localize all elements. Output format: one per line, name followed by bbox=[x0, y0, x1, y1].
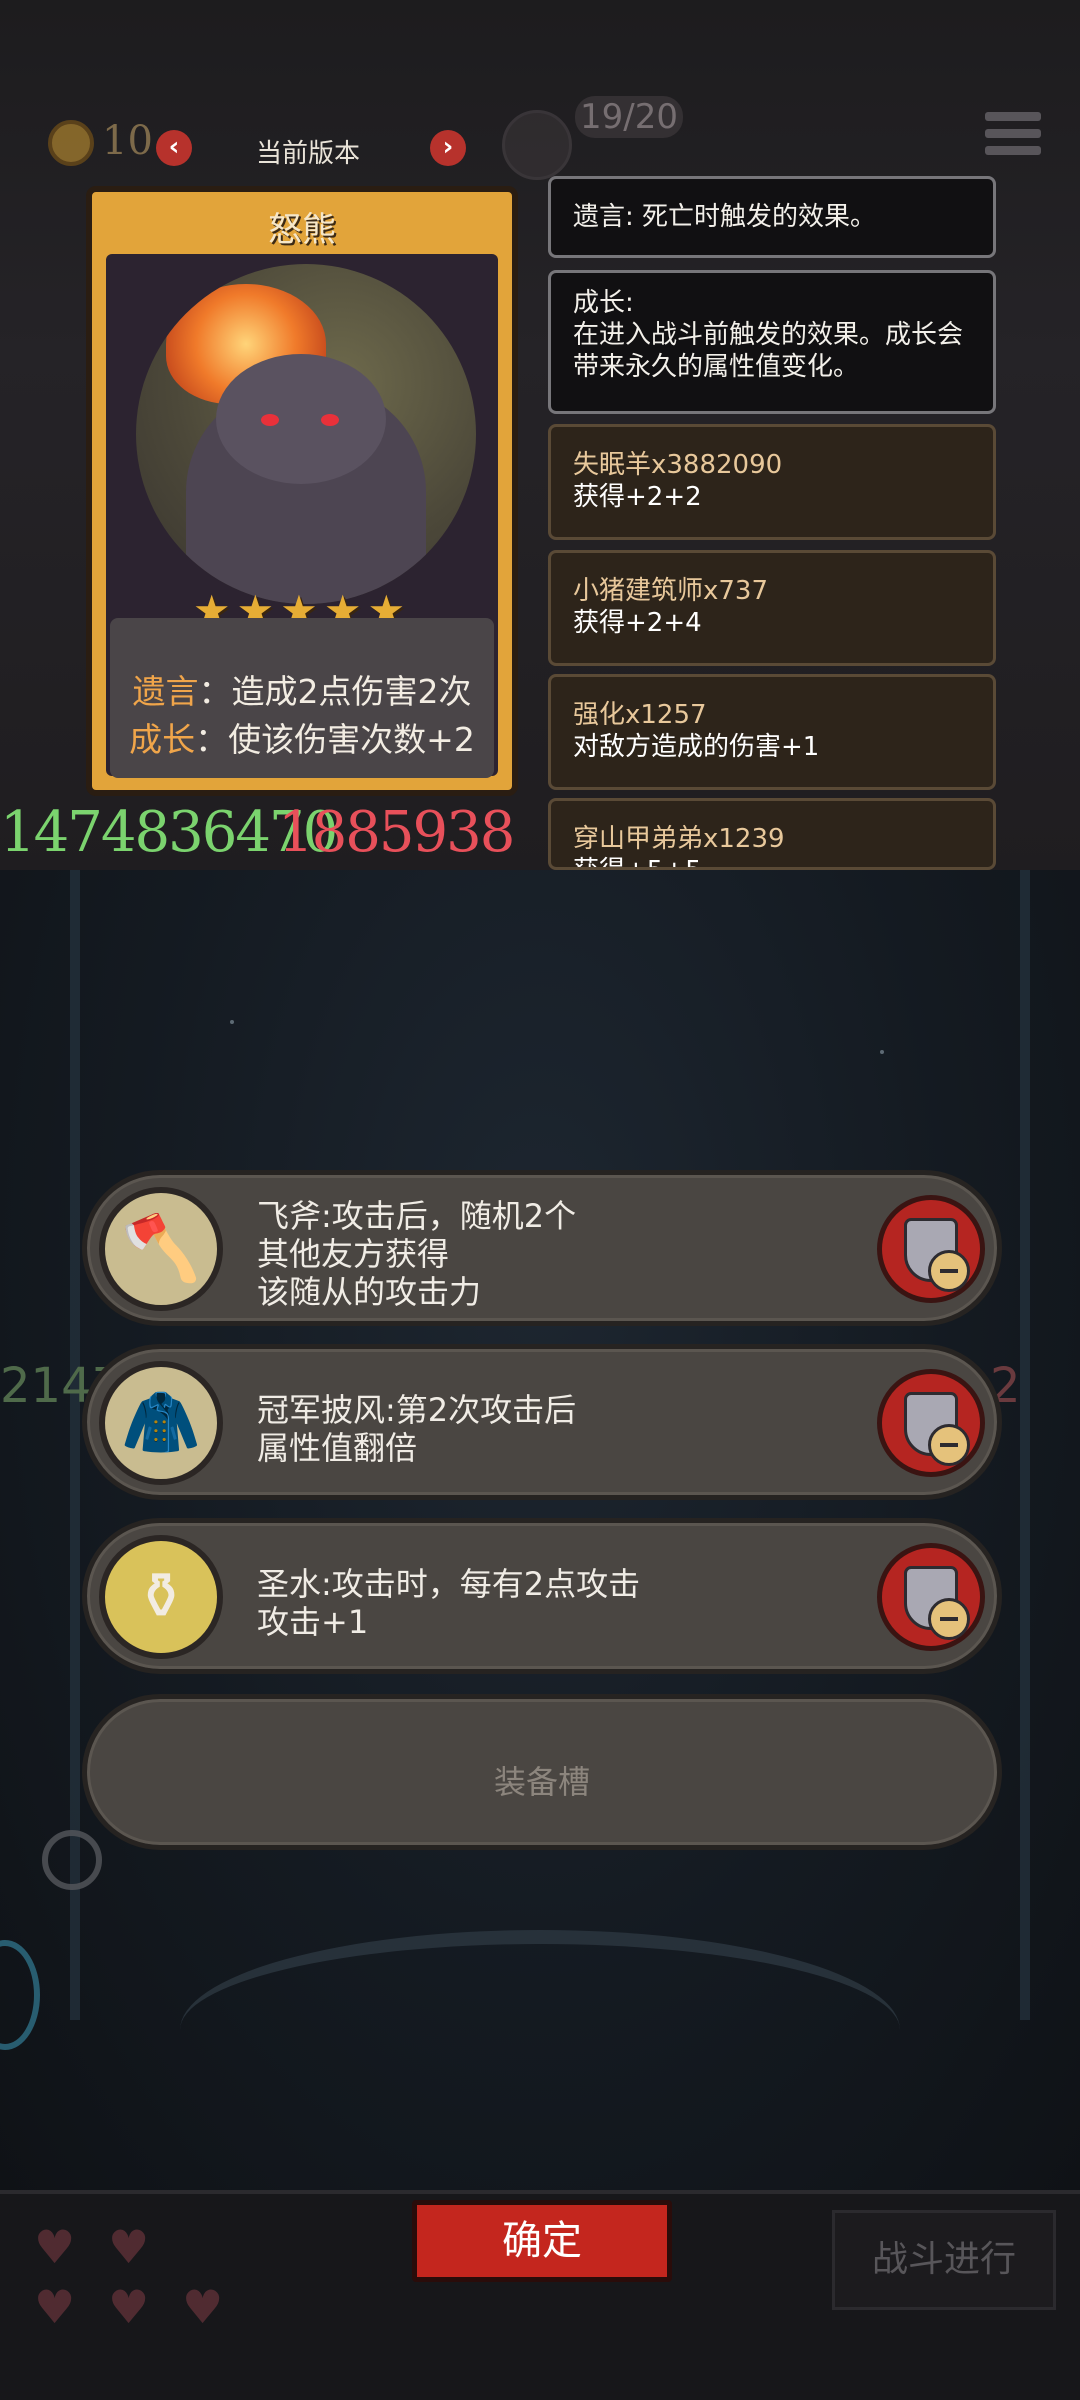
version-prev-button[interactable]: ‹ bbox=[156, 130, 192, 166]
player-avatar bbox=[502, 110, 572, 180]
coin-icon bbox=[48, 120, 94, 166]
growth-line: 成长：使该伤害次数+2 bbox=[110, 716, 494, 764]
start-battle-button[interactable]: 战斗进行 bbox=[832, 2210, 1056, 2310]
heart-icon: ♥ bbox=[34, 2280, 76, 2334]
heart-icon: ♥ bbox=[182, 2280, 224, 2334]
equipment-line: 攻击+1 bbox=[257, 1603, 369, 1641]
background-star bbox=[230, 1020, 234, 1024]
unequip-button[interactable] bbox=[877, 1195, 985, 1303]
board-arch-decoration bbox=[180, 1930, 900, 2130]
coin-count: 10 bbox=[102, 118, 153, 164]
equipment-line: 冠军披风:第2次攻击后 bbox=[257, 1391, 577, 1429]
holy-water-icon: ⚱ bbox=[99, 1535, 223, 1659]
growth-log-name: 小猪建筑师x737 bbox=[573, 576, 769, 606]
equipment-slot[interactable]: ⚱ 圣水:攻击时，每有2点攻击 攻击+1 bbox=[82, 1518, 1002, 1674]
growth-log-name: 失眠羊x3882090 bbox=[573, 450, 783, 480]
deathrattle-keyword: 遗言 bbox=[132, 672, 199, 711]
growth-log-item: 穿山甲弟弟x1239 获得+5+5 bbox=[548, 798, 996, 870]
empty-slot-label: 装备槽 bbox=[493, 1763, 590, 1801]
unequip-button[interactable] bbox=[877, 1543, 985, 1651]
equipment-line: 属性值翻倍 bbox=[257, 1429, 418, 1467]
bear-eye bbox=[321, 414, 339, 426]
empty-equipment-slot[interactable]: 装备槽 bbox=[82, 1694, 1002, 1850]
heart-icon: ♥ bbox=[108, 2220, 150, 2274]
growth-log-effect: 获得+5+5 bbox=[573, 855, 971, 867]
growth-log-effect: 获得+2+2 bbox=[573, 482, 702, 512]
unequip-button[interactable] bbox=[877, 1369, 985, 1477]
equipment-line: 其他友方获得 bbox=[257, 1235, 450, 1273]
bear-head bbox=[216, 354, 386, 484]
character-card: 怒熊 ★★★★★ 遗言：造成2点伤害2次 成长：使该伤害次数+2 bbox=[86, 186, 518, 796]
bear-portrait bbox=[136, 264, 476, 604]
card-name: 怒熊 bbox=[268, 210, 336, 250]
heart-icon: ♥ bbox=[108, 2280, 150, 2334]
growth-help-body: 在进入战斗前触发的效果。成长会带来永久的属性值变化。 bbox=[573, 320, 964, 382]
bear-eye bbox=[261, 414, 279, 426]
background-star bbox=[880, 1050, 884, 1054]
growth-log-name: 穿山甲弟弟x1239 bbox=[573, 824, 785, 854]
deathrattle-help-panel: 遗言: 死亡时触发的效果。 bbox=[548, 176, 996, 258]
growth-log-effect: 对敌方造成的伤害+1 bbox=[573, 732, 820, 762]
equipment-line: 该随从的攻击力 bbox=[257, 1273, 482, 1311]
damage-number-red: 1885938 bbox=[278, 800, 515, 865]
minus-icon bbox=[928, 1598, 970, 1640]
growth-text: ：使该伤害次数+2 bbox=[195, 720, 475, 759]
magnifier-icon[interactable] bbox=[42, 1830, 102, 1890]
heart-icon: ♥ bbox=[34, 2220, 76, 2274]
deathrattle-text: ：造成2点伤害2次 bbox=[198, 672, 472, 711]
menu-icon[interactable] bbox=[985, 112, 1041, 158]
minus-icon bbox=[928, 1424, 970, 1466]
equipment-slot[interactable]: 🧥 冠军披风:第2次攻击后 属性值翻倍 bbox=[82, 1344, 1002, 1500]
growth-log-item: 小猪建筑师x737 获得+2+4 bbox=[548, 550, 996, 666]
version-next-button[interactable]: › bbox=[430, 130, 466, 166]
round-counter: 19/20 bbox=[575, 96, 683, 138]
equipment-slot[interactable]: 🪓 飞斧:攻击后，随机2个 其他友方获得 该随从的攻击力 bbox=[82, 1170, 1002, 1326]
growth-help-title: 成长: bbox=[573, 288, 634, 318]
minus-icon bbox=[928, 1250, 970, 1292]
deathrattle-line: 遗言：造成2点伤害2次 bbox=[110, 668, 494, 716]
equipment-description: 圣水:攻击时，每有2点攻击 攻击+1 bbox=[257, 1565, 640, 1641]
growth-log-effect: 获得+2+4 bbox=[573, 608, 702, 638]
growth-log-name: 强化x1257 bbox=[573, 700, 707, 730]
card-ability-text: 遗言：造成2点伤害2次 成长：使该伤害次数+2 bbox=[110, 618, 494, 778]
cape-icon: 🧥 bbox=[99, 1361, 223, 1485]
confirm-button[interactable]: 确定 bbox=[412, 2200, 672, 2282]
equipment-line: 飞斧:攻击后，随机2个 bbox=[257, 1197, 577, 1235]
deathrattle-help-text: 遗言: 死亡时触发的效果。 bbox=[573, 202, 877, 232]
growth-log-item: 强化x1257 对敌方造成的伤害+1 bbox=[548, 674, 996, 790]
equipment-description: 飞斧:攻击后，随机2个 其他友方获得 该随从的攻击力 bbox=[257, 1197, 576, 1311]
axe-icon: 🪓 bbox=[99, 1187, 223, 1311]
version-label: 当前版本 bbox=[256, 139, 361, 169]
equipment-description: 冠军披风:第2次攻击后 属性值翻倍 bbox=[257, 1391, 576, 1467]
growth-log-item: 失眠羊x3882090 获得+2+2 bbox=[548, 424, 996, 540]
growth-help-panel: 成长: 在进入战斗前触发的效果。成长会带来永久的属性值变化。 bbox=[548, 270, 996, 414]
equipment-line: 圣水:攻击时，每有2点攻击 bbox=[257, 1565, 641, 1603]
growth-keyword: 成长 bbox=[129, 720, 196, 759]
